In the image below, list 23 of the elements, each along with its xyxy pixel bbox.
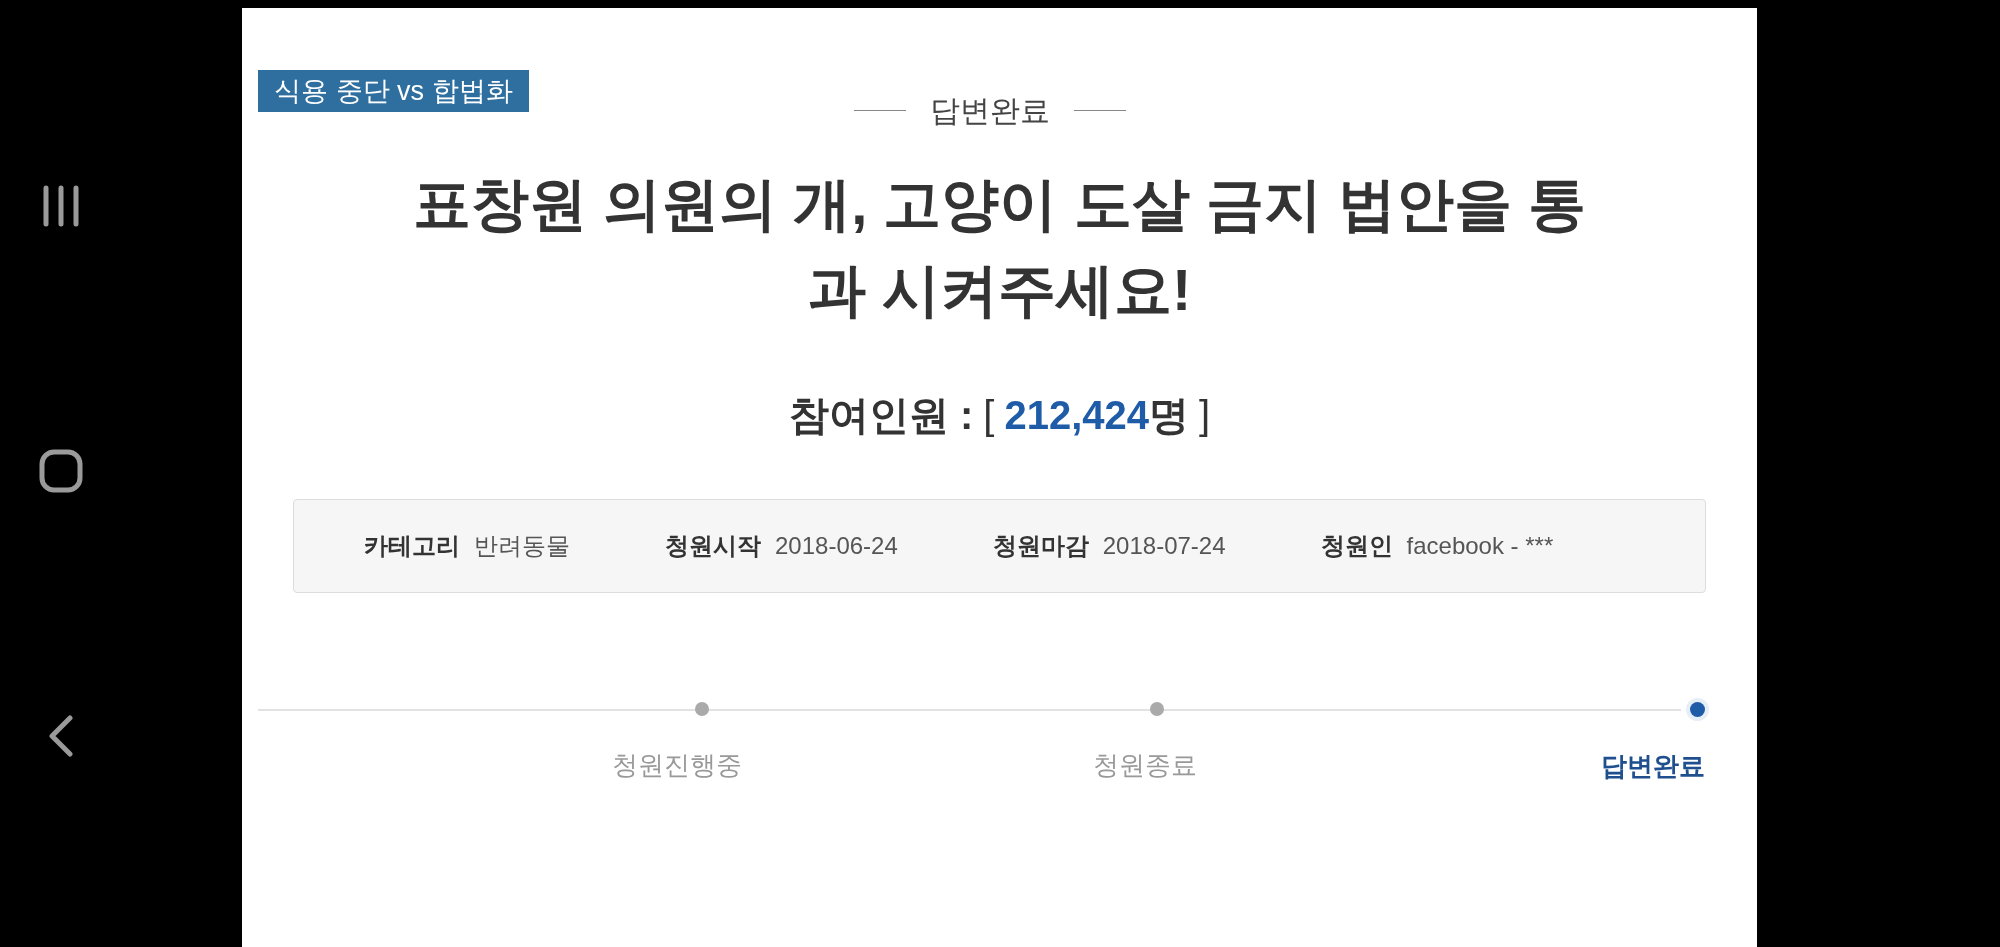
bracket: ] <box>1199 392 1211 439</box>
info-label: 카테고리 <box>364 531 460 561</box>
info-value: 2018-06-24 <box>775 531 898 561</box>
info-label: 청원시작 <box>665 531 761 561</box>
stage-label: 답변완료 <box>1601 750 1705 783</box>
info-value: facebook - *** <box>1406 531 1554 561</box>
status-heading: 답변완료 <box>929 93 1050 129</box>
petition-title: 과 시켜주세요! <box>807 256 1192 324</box>
recent-apps-icon[interactable] <box>41 185 81 227</box>
info-value: 반려동물 <box>474 531 570 561</box>
stage-label: 청원진행중 <box>612 749 743 782</box>
stage-label: 청원종료 <box>1092 749 1197 782</box>
info-value: 2018-07-24 <box>1102 531 1226 561</box>
participants-label: 참여인원 : <box>788 392 974 439</box>
back-icon[interactable] <box>48 715 74 757</box>
bracket: [ <box>983 392 995 439</box>
petition-title: 표창원 의원의 개, 고양이 도살 금지 법안을 통 <box>413 170 1586 238</box>
info-label: 청원인 <box>1320 531 1393 561</box>
topic-tag: 식용 중단 vs 합법화 <box>258 70 529 112</box>
info-label: 청원마감 <box>992 531 1089 561</box>
count-unit: 명 <box>1149 392 1189 439</box>
home-icon[interactable] <box>39 449 83 493</box>
participant-count: 212,424 <box>1004 392 1149 439</box>
